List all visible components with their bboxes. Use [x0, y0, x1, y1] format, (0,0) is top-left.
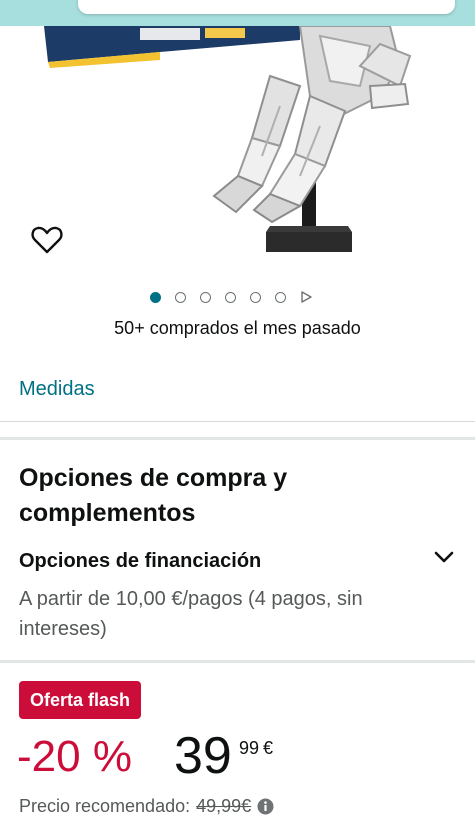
chevron-down-icon[interactable]	[432, 547, 456, 567]
purchase-options-title: Opciones de compra y complementos	[19, 464, 288, 527]
recommended-price-label: Precio recomendado:	[19, 796, 191, 816]
carousel-dot-1[interactable]	[150, 291, 161, 303]
heart-icon	[31, 226, 63, 254]
financing-description: A partir de 10,00 €/pagos (4 pagos, sin …	[19, 588, 363, 640]
section-divider	[0, 660, 475, 663]
image-carousel-indicator	[150, 290, 312, 304]
carousel-dot-4[interactable]	[225, 291, 236, 303]
divider	[0, 421, 475, 422]
price-whole: 39	[174, 727, 232, 785]
play-triangle-icon[interactable]	[300, 291, 312, 303]
medidas-link[interactable]: Medidas	[19, 378, 95, 401]
price-fraction: 99	[239, 738, 260, 758]
info-icon[interactable]	[257, 798, 274, 815]
carousel-dot-5[interactable]	[250, 291, 261, 303]
carousel-dot-6[interactable]	[275, 291, 286, 303]
financing-options-title[interactable]: Opciones de financiación	[19, 550, 261, 573]
product-image-illustration	[44, 26, 412, 252]
recommended-price-value: 49,99€	[196, 796, 252, 816]
discount-percentage: -20 %	[17, 732, 132, 781]
recommended-price-row: Precio recomendado: 49,99€	[19, 796, 274, 817]
search-bar[interactable]	[78, 0, 455, 14]
top-bar	[0, 0, 475, 26]
flash-deal-badge: Oferta flash	[19, 681, 142, 719]
price-currency: €	[263, 738, 274, 758]
product-image[interactable]	[0, 26, 475, 282]
section-divider	[0, 437, 475, 440]
carousel-dot-2[interactable]	[175, 291, 186, 303]
wishlist-button[interactable]	[30, 224, 64, 256]
purchase-count-text: 50+ comprados el mes pasado	[114, 318, 361, 338]
carousel-dot-3[interactable]	[200, 291, 211, 303]
